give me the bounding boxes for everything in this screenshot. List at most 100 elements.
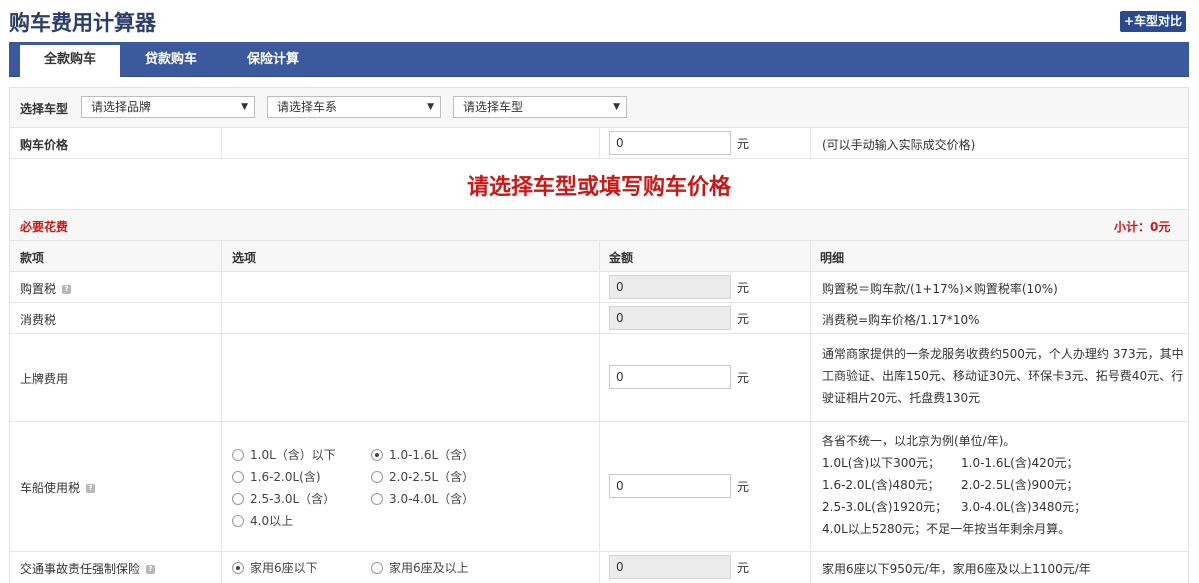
calculator-table: 选择车型 请选择品牌 ▼ 请选择车系 ▼ 请选择车型 ▼ 购车价格 0 元 (可… <box>9 87 1189 583</box>
vessel-option-7[interactable]: 4.0以上 <box>232 512 293 529</box>
plate-fee-detail-line: 工商验证、出库150元、移动证30元、环保卡3元、拓号费40元、行 <box>822 369 1184 383</box>
insurance-option-1[interactable]: 家用6座以下 <box>232 559 318 576</box>
plate-fee-input[interactable]: 0 <box>609 365 731 389</box>
radio-label: 1.0L（含）以下 <box>250 448 336 462</box>
brand-select-value: 请选择品牌 <box>91 100 152 114</box>
subtotal: 小计：0元 <box>1114 220 1171 234</box>
column-divider <box>221 240 222 583</box>
vessel-tax-label: 车船使用税 <box>20 481 81 495</box>
help-icon[interactable]: ? <box>62 285 72 294</box>
column-divider <box>221 127 222 158</box>
purchase-tax-unit: 元 <box>737 281 750 295</box>
col-item: 款项 <box>20 251 45 265</box>
radio-icon <box>371 471 383 483</box>
plate-fee-detail-line: 驶证相片20元、托盘费130元 <box>822 391 981 405</box>
vessel-detail-item: 2.0-2.5L(含)900元； <box>961 478 1079 492</box>
radio-label: 家用6座及以上 <box>389 561 469 575</box>
consumption-tax-input: 0 <box>609 306 731 330</box>
banner-row: 请选择车型或填写购车价格 <box>10 158 1188 209</box>
page-title: 购车费用计算器 <box>9 11 156 35</box>
brand-select[interactable]: 请选择品牌 ▼ <box>81 96 255 118</box>
radio-checked-icon <box>371 449 383 461</box>
triangle-down-icon: ▼ <box>427 102 434 112</box>
insurance-unit: 元 <box>737 561 750 575</box>
vessel-detail-item: 2.5-3.0L(含)1920元； <box>822 500 948 514</box>
vessel-tax-input[interactable]: 0 <box>609 474 731 498</box>
consumption-tax-unit: 元 <box>737 312 750 326</box>
insurance-label: 交通事故责任强制保险 <box>20 562 141 576</box>
required-header-row: 必要花费 小计：0元 <box>10 209 1188 240</box>
vessel-tax-unit: 元 <box>737 480 750 494</box>
col-detail: 明细 <box>820 251 845 265</box>
vessel-detail-line: 4.0L以上5280元；不足一年按当年剩余月算。 <box>822 522 1071 536</box>
radio-icon <box>232 493 244 505</box>
vessel-option-4[interactable]: 2.0-2.5L（含） <box>371 468 474 485</box>
purchase-tax-detail: 购置税＝购车款/(1+17%)×购置税率(10%) <box>822 282 1058 296</box>
tab-loan[interactable]: 贷款购车 <box>120 42 222 77</box>
series-select-value: 请选择车系 <box>277 100 338 114</box>
column-divider <box>810 127 811 158</box>
consumption-tax-label: 消费税 <box>20 313 57 327</box>
model-select[interactable]: 请选择车型 ▼ <box>453 96 627 118</box>
vessel-tax-detail: 各省不统一，以北京为例(单位/年)。 1.0L(含)以下300元； 1.0-1.… <box>822 430 1182 540</box>
vessel-detail-item: 1.6-2.0L(含)480元； <box>822 478 940 492</box>
vessel-detail-pair: 1.0L(含)以下300元； 1.0-1.6L(含)420元； <box>822 452 1182 474</box>
triangle-down-icon: ▼ <box>241 102 248 112</box>
insurance-detail: 家用6座以下950元/年，家用6座及以上1100元/年 <box>822 562 1091 576</box>
radio-label: 4.0以上 <box>250 514 294 528</box>
radio-icon <box>232 471 244 483</box>
column-divider <box>810 240 811 583</box>
consumption-tax-detail: 消费税=购车价格/1.17*10% <box>822 313 980 327</box>
model-select-value: 请选择车型 <box>463 100 524 114</box>
plate-fee-detail-line: 通常商家提供的一条龙服务收费约500元，个人办理约 373元，其中 <box>822 347 1184 361</box>
plate-fee-detail: 通常商家提供的一条龙服务收费约500元，个人办理约 373元，其中 工商验证、出… <box>822 343 1184 409</box>
vessel-detail-item: 1.0L(含)以下300元； <box>822 456 941 470</box>
radio-label: 2.0-2.5L（含） <box>389 470 475 484</box>
col-option: 选项 <box>232 251 257 265</box>
col-amount: 金额 <box>609 251 634 265</box>
radio-label: 3.0-4.0L（含） <box>389 492 475 506</box>
vessel-detail-item: 3.0-4.0L(含)3480元； <box>961 500 1087 514</box>
vessel-detail-item: 1.0-1.6L(含)420元； <box>961 456 1079 470</box>
radio-label: 1.6-2.0L(含) <box>250 470 321 484</box>
tab-bar: 全款购车 贷款购车 保险计算 <box>9 42 1189 78</box>
purchase-tax-label: 购置税 <box>20 282 57 296</box>
insurance-input: 0 <box>609 555 731 579</box>
radio-icon <box>232 515 244 527</box>
help-icon[interactable]: ? <box>86 484 96 493</box>
compare-button[interactable]: +车型对比 <box>1120 11 1187 32</box>
plate-fee-label: 上牌费用 <box>20 372 69 386</box>
tab-full-payment[interactable]: 全款购车 <box>20 45 120 78</box>
vessel-detail-line: 各省不统一，以北京为例(单位/年)。 <box>822 434 1016 448</box>
purchase-tax-label-wrap: 购置税? <box>20 280 72 297</box>
select-car-row: 选择车型 请选择品牌 ▼ 请选择车系 ▼ 请选择车型 ▼ <box>10 87 1188 127</box>
price-input[interactable]: 0 <box>609 131 731 155</box>
vessel-tax-label-wrap: 车船使用税? <box>20 479 96 496</box>
vessel-option-1[interactable]: 1.0L（含）以下 <box>232 446 336 463</box>
vessel-detail-pair: 2.5-3.0L(含)1920元； 3.0-4.0L(含)3480元； <box>822 496 1182 518</box>
select-car-label: 选择车型 <box>20 102 69 116</box>
radio-checked-icon <box>232 562 244 574</box>
column-divider <box>599 240 600 583</box>
series-select[interactable]: 请选择车系 ▼ <box>267 96 441 118</box>
vessel-option-2[interactable]: 1.0-1.6L（含） <box>371 446 474 463</box>
insurance-option-2[interactable]: 家用6座及以上 <box>371 559 469 576</box>
radio-label: 家用6座以下 <box>250 561 318 575</box>
price-hint: (可以手动输入实际成交价格) <box>822 138 976 152</box>
price-unit: 元 <box>737 137 750 151</box>
radio-icon <box>232 449 244 461</box>
vessel-option-5[interactable]: 2.5-3.0L（含） <box>232 490 335 507</box>
tab-insurance[interactable]: 保险计算 <box>222 42 324 77</box>
vessel-option-6[interactable]: 3.0-4.0L（含） <box>371 490 474 507</box>
price-label: 购车价格 <box>20 138 69 152</box>
radio-label: 1.0-1.6L（含） <box>389 448 475 462</box>
radio-icon <box>371 493 383 505</box>
insurance-label-wrap: 交通事故责任强制保险? <box>20 560 156 577</box>
column-divider <box>599 127 600 158</box>
purchase-tax-input: 0 <box>609 275 731 299</box>
vessel-option-3[interactable]: 1.6-2.0L(含) <box>232 468 321 485</box>
help-icon[interactable]: ? <box>146 565 156 574</box>
radio-icon <box>371 562 383 574</box>
plate-fee-unit: 元 <box>737 371 750 385</box>
vessel-detail-pair: 1.6-2.0L(含)480元； 2.0-2.5L(含)900元； <box>822 474 1182 496</box>
